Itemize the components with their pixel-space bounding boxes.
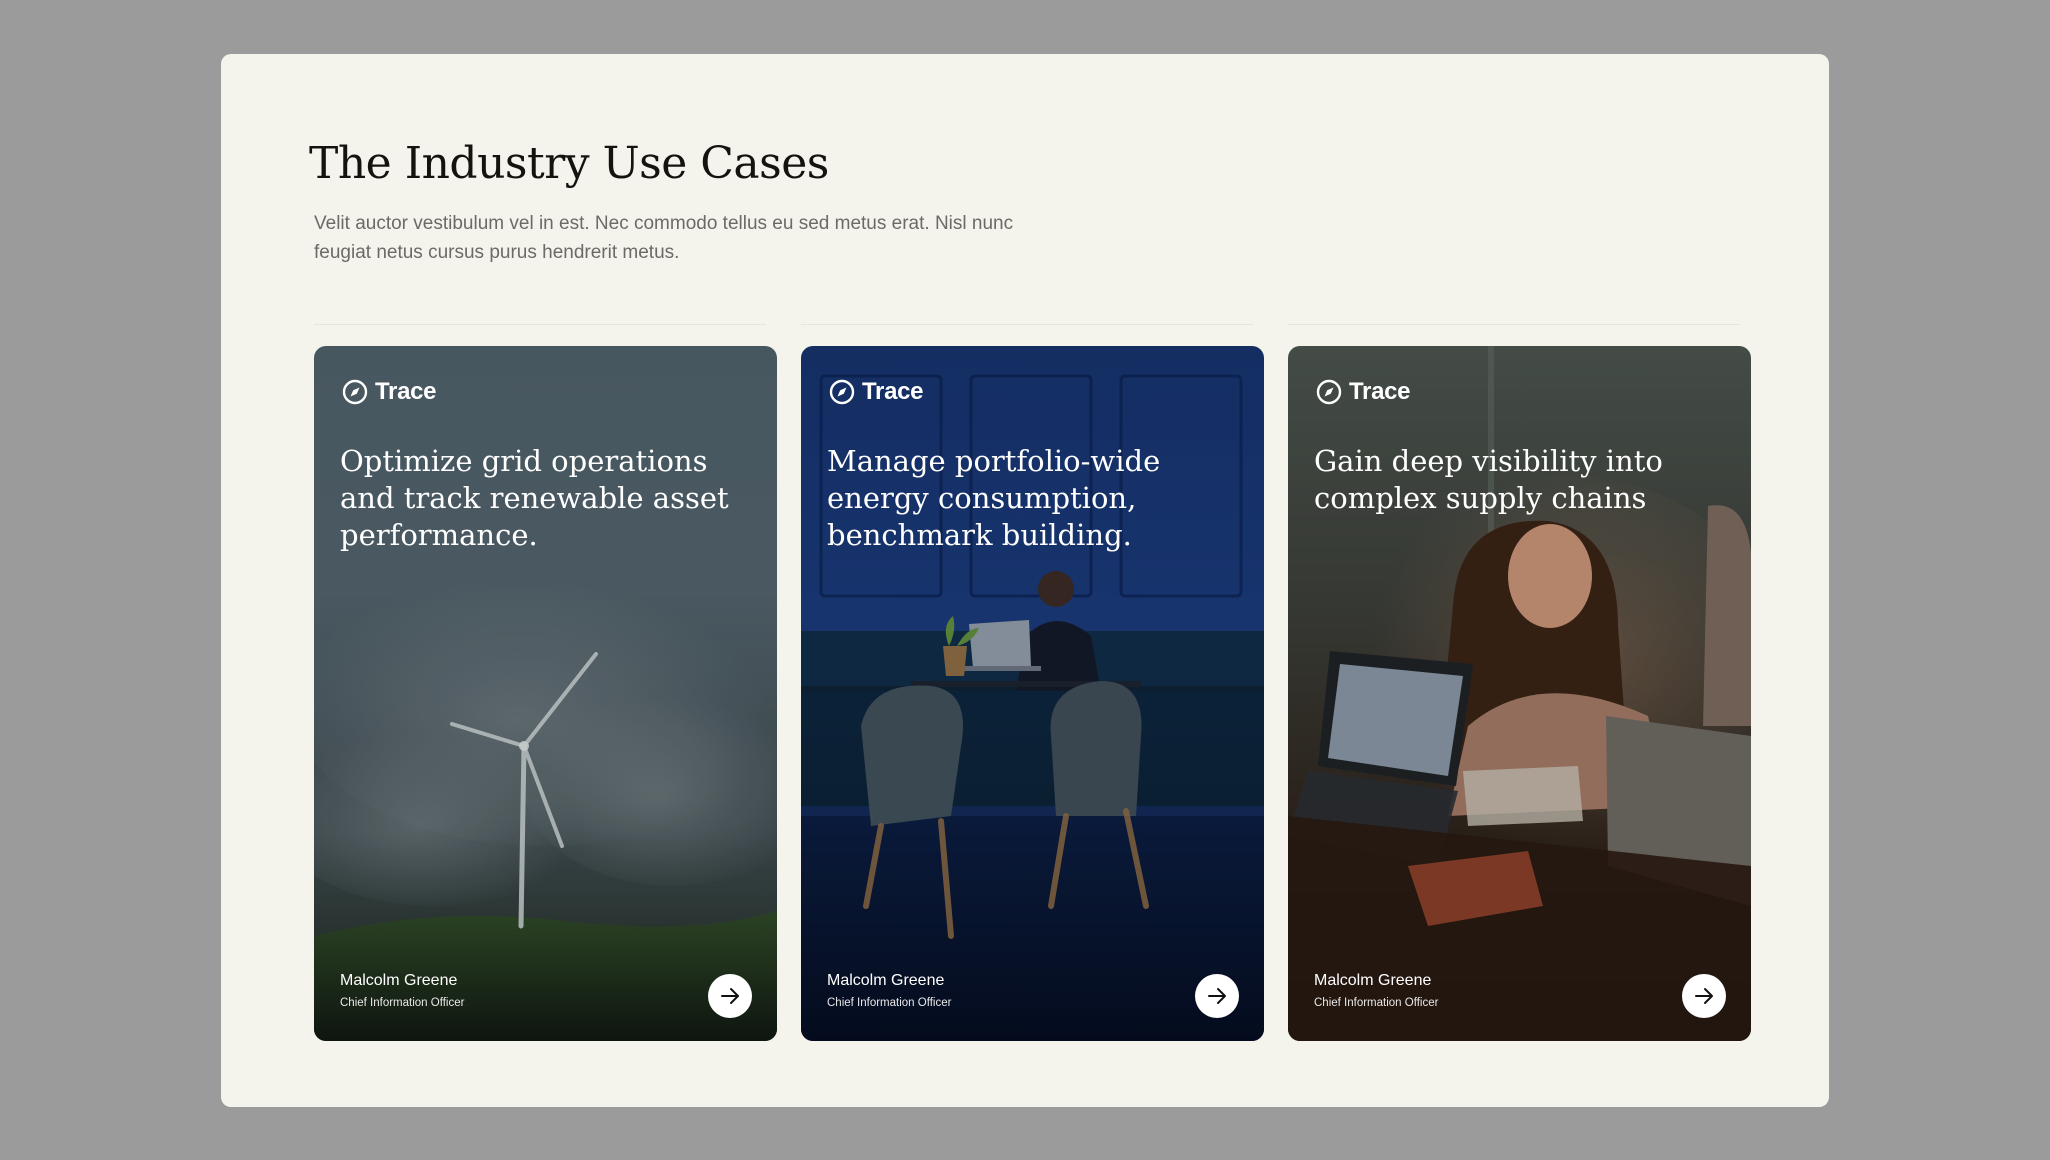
section-title: The Industry Use Cases: [309, 138, 829, 189]
open-card-button[interactable]: [708, 974, 752, 1018]
open-card-button[interactable]: [1682, 974, 1726, 1018]
card-headline: Gain deep visibility into complex supply…: [1314, 444, 1663, 515]
compass-icon: [1316, 379, 1342, 405]
section-subtitle: Velit auctor vestibulum vel in est. Nec …: [314, 213, 1014, 263]
use-case-card-supply-chain[interactable]: Trace Gain deep visibility into complex …: [1288, 346, 1751, 1041]
card-divider: [1288, 324, 1740, 325]
arrow-right-icon: [1208, 988, 1226, 1004]
arrow-right-icon: [721, 988, 739, 1004]
use-cases-panel: The Industry Use Cases Velit auctor vest…: [221, 54, 1829, 1107]
brand-name: Trace: [862, 378, 924, 405]
brand-name: Trace: [1349, 378, 1411, 405]
compass-icon: [342, 379, 368, 405]
person-name: Malcolm Greene: [340, 972, 458, 989]
trace-logo: Trace: [1316, 378, 1411, 406]
open-card-button[interactable]: [1195, 974, 1239, 1018]
trace-logo: Trace: [342, 378, 437, 406]
person-role: Chief Information Officer: [1314, 997, 1439, 1009]
person-role: Chief Information Officer: [340, 997, 465, 1009]
card-headline: Optimize grid operations and track renew…: [340, 444, 729, 552]
card-divider: [314, 324, 766, 325]
use-case-card-portfolio[interactable]: Trace Manage portfolio-wide energy consu…: [801, 346, 1264, 1041]
arrow-right-icon: [1695, 988, 1713, 1004]
compass-icon: [829, 379, 855, 405]
trace-logo: Trace: [829, 378, 924, 406]
brand-name: Trace: [375, 378, 437, 405]
use-case-card-grid[interactable]: Trace Optimize grid operations and track…: [314, 346, 777, 1041]
card-headline: Manage portfolio-wide energy consumption…: [827, 444, 1161, 552]
person-name: Malcolm Greene: [1314, 972, 1432, 989]
person-name: Malcolm Greene: [827, 972, 945, 989]
card-divider: [801, 324, 1253, 325]
person-role: Chief Information Officer: [827, 997, 952, 1009]
